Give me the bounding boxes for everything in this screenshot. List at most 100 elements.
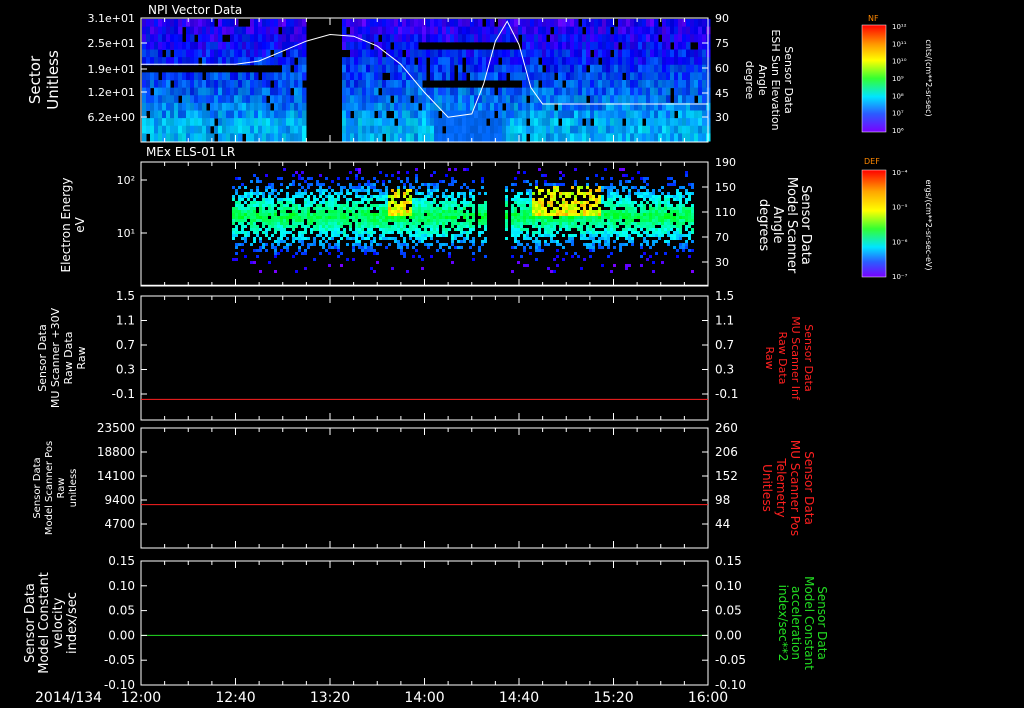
els-cell xyxy=(319,207,322,210)
els-cell xyxy=(304,252,307,255)
npi-cell xyxy=(398,49,403,58)
els-cell xyxy=(484,240,487,243)
colorbar-tick-label: 10¹² xyxy=(892,23,907,31)
els-cell xyxy=(328,204,331,207)
els-cell xyxy=(625,174,628,177)
els-cell xyxy=(451,234,454,237)
els-cell xyxy=(262,210,265,213)
els-cell xyxy=(448,228,451,231)
npi-cell xyxy=(162,87,167,96)
npi-cell xyxy=(570,72,575,81)
npi-cell xyxy=(226,26,231,35)
npi-cell xyxy=(430,102,435,111)
npi-cell xyxy=(626,49,631,58)
els-cell xyxy=(652,189,655,192)
npi-cell xyxy=(226,110,231,119)
els-cell xyxy=(307,207,310,210)
els-cell xyxy=(361,213,364,216)
els-cell xyxy=(301,222,304,225)
els-cell xyxy=(631,237,634,240)
npi-cell xyxy=(650,125,655,134)
els-cell xyxy=(628,240,631,243)
npi-cell xyxy=(682,110,687,119)
els-cell xyxy=(298,189,301,192)
npi-cell xyxy=(490,87,495,96)
els-cell xyxy=(670,237,673,240)
npi-cell xyxy=(418,125,423,134)
els-cell xyxy=(382,180,385,183)
npi-cell xyxy=(210,95,215,104)
els-cell xyxy=(598,189,601,192)
npi-cell xyxy=(574,110,579,119)
els-cell xyxy=(463,204,466,207)
els-cell xyxy=(637,204,640,207)
els-cell xyxy=(325,195,328,198)
els-cell xyxy=(472,204,475,207)
els-cell xyxy=(433,171,436,174)
npi-cell xyxy=(558,49,563,58)
npi-cell xyxy=(662,34,667,43)
npi-cell xyxy=(170,118,175,127)
els-cell xyxy=(343,207,346,210)
els-cell xyxy=(379,192,382,195)
els-cell xyxy=(418,198,421,201)
els-cell xyxy=(535,207,538,210)
npi-cell xyxy=(618,125,623,134)
npi-cell xyxy=(682,34,687,43)
els-cell xyxy=(391,237,394,240)
npi-cell xyxy=(174,41,179,50)
els-cell xyxy=(613,222,616,225)
els-cell xyxy=(409,198,412,201)
els-cell xyxy=(619,234,622,237)
npi-cell xyxy=(382,41,387,50)
npi-cell xyxy=(630,64,635,73)
els-cell xyxy=(688,225,691,228)
npi-cell xyxy=(226,102,231,111)
npi-cell xyxy=(602,87,607,96)
els-cell xyxy=(436,240,439,243)
els-cell xyxy=(631,210,634,213)
npi-cell xyxy=(526,87,531,96)
npi-cell xyxy=(666,49,671,58)
npi-cell xyxy=(450,102,455,111)
npi-cell xyxy=(594,95,599,104)
npi-cell xyxy=(702,34,707,43)
els-cell xyxy=(292,234,295,237)
els-cell xyxy=(250,201,253,204)
els-cell xyxy=(682,246,685,249)
npi-cell xyxy=(686,118,691,127)
els-cell xyxy=(244,195,247,198)
els-cell xyxy=(514,222,517,225)
npi-cell xyxy=(282,110,287,119)
els-cell xyxy=(421,231,424,234)
els-cell xyxy=(619,195,622,198)
npi-cell xyxy=(254,34,259,43)
els-cell xyxy=(607,219,610,222)
npi-cell xyxy=(218,34,223,43)
npi-cell xyxy=(362,72,367,81)
npi-cell xyxy=(274,41,279,50)
els-cell xyxy=(397,243,400,246)
npi-cell xyxy=(506,49,511,58)
els-cell xyxy=(262,204,265,207)
npi-cell xyxy=(558,80,563,89)
els-cell xyxy=(241,207,244,210)
els-cell xyxy=(610,219,613,222)
npi-cell xyxy=(638,110,643,119)
els-cell xyxy=(280,177,283,180)
npi-cell xyxy=(262,26,267,35)
els-cell xyxy=(274,204,277,207)
npi-cell xyxy=(146,102,151,111)
npi-cell xyxy=(186,87,191,96)
els-cell xyxy=(307,243,310,246)
npi-cell xyxy=(586,49,591,58)
els-cell xyxy=(679,210,682,213)
npi-cell xyxy=(186,80,191,89)
els-cell xyxy=(634,201,637,204)
npi-cell xyxy=(546,19,551,28)
els-cell xyxy=(601,186,604,189)
els-cell xyxy=(451,237,454,240)
els-cell xyxy=(610,231,613,234)
els-cell xyxy=(253,204,256,207)
els-cell xyxy=(433,198,436,201)
